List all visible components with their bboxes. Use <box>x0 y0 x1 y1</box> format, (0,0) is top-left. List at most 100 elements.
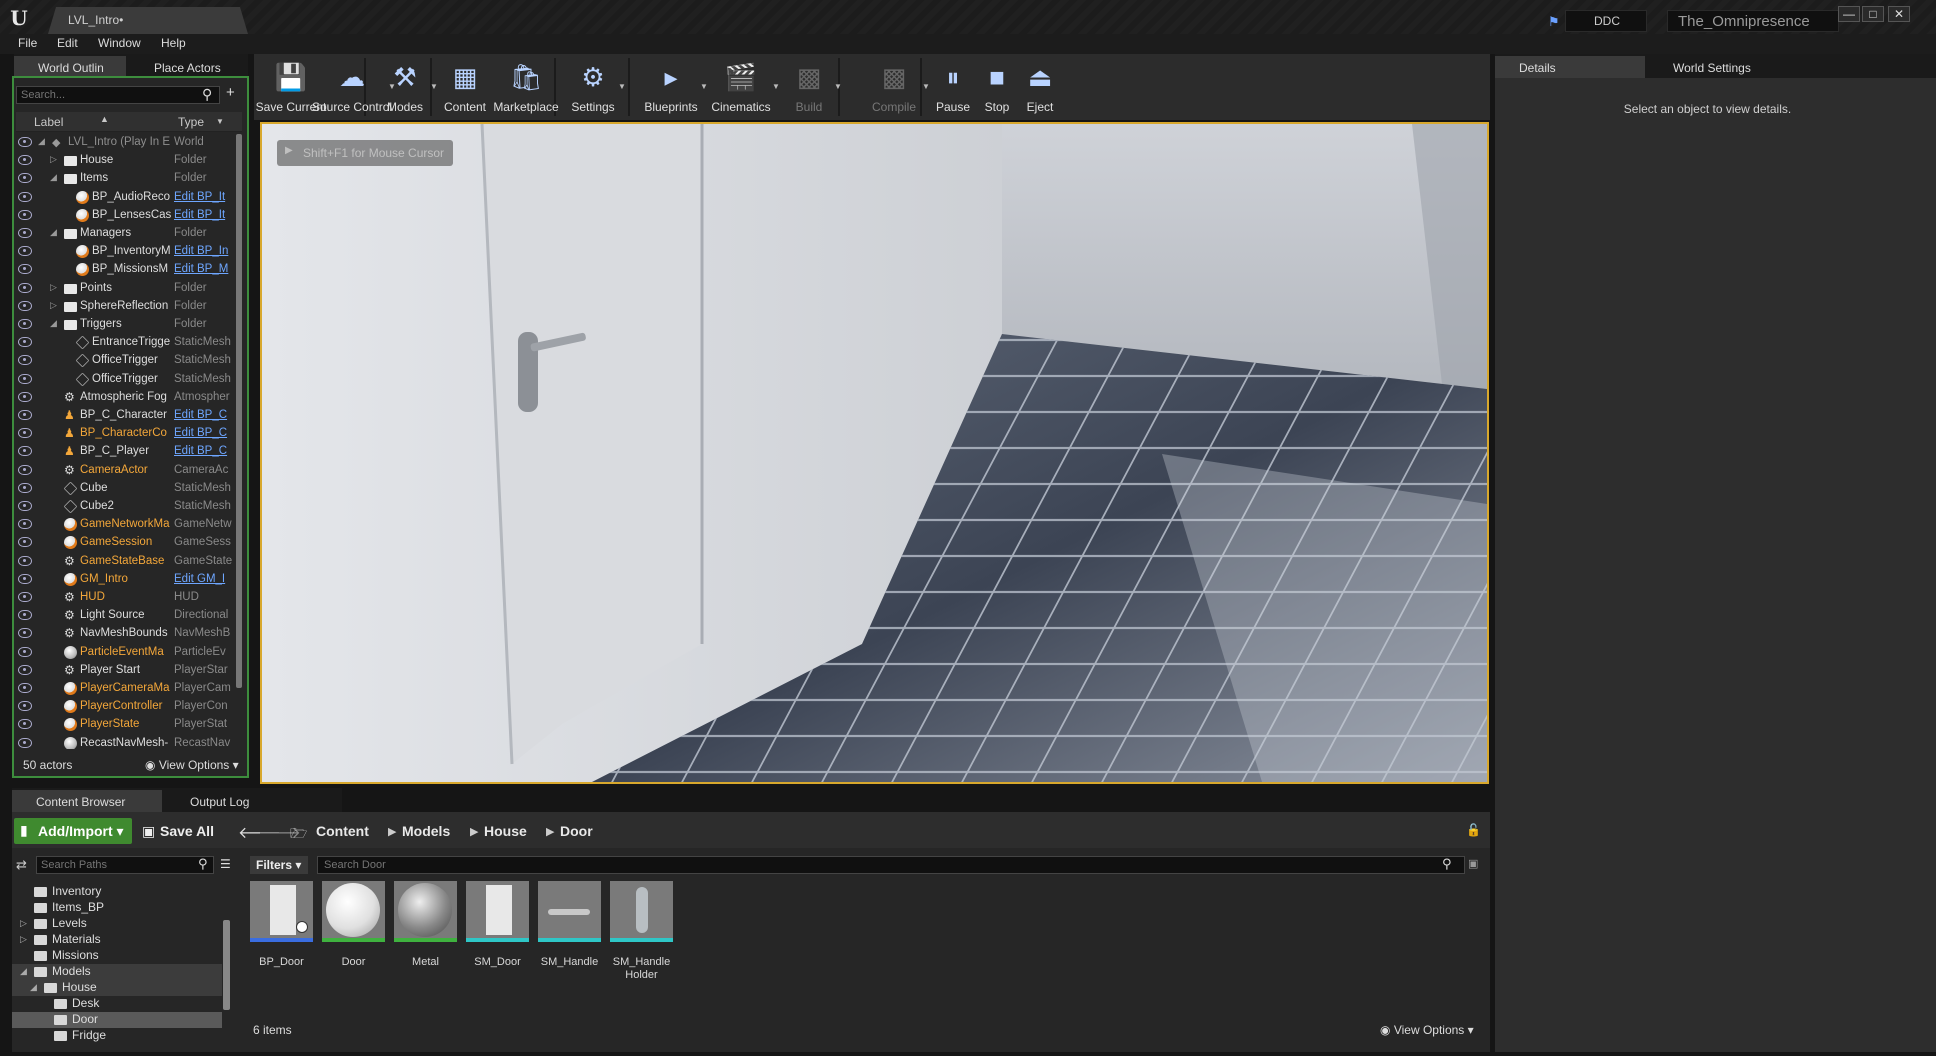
outliner-row[interactable]: ⚙ HUD HUD <box>16 589 236 607</box>
expand-open-icon[interactable]: ◢ <box>20 966 27 977</box>
outliner-row[interactable]: ♟ BP_C_Player Edit BP_C <box>16 443 236 461</box>
folder-missions[interactable]: Missions <box>12 948 222 964</box>
breadcrumb-house[interactable]: House <box>484 823 527 839</box>
folder-levels[interactable]: ▷ Levels <box>12 916 222 932</box>
toolbar-blueprints-button[interactable]: ▸ Blueprints ▼ <box>638 54 708 120</box>
outliner-row[interactable]: ⚙ Light Source Directional <box>16 607 236 625</box>
visibility-eye-icon[interactable] <box>18 319 32 329</box>
visibility-eye-icon[interactable] <box>18 173 32 184</box>
breadcrumb-models[interactable]: Models <box>402 823 450 839</box>
asset-search-icon[interactable]: ⚲ <box>1442 856 1452 872</box>
menu-help[interactable]: Help <box>161 36 186 50</box>
add-import-button[interactable]: ▮ Add/Import ▾ <box>14 818 132 844</box>
outliner-row[interactable]: GameSession GameSess <box>16 534 236 552</box>
edit-blueprint-link[interactable]: Edit BP_It <box>174 191 232 203</box>
notification-icon[interactable]: ⚑ <box>1548 14 1562 29</box>
outliner-row[interactable]: PlayerState PlayerStat <box>16 716 236 734</box>
outliner-row[interactable]: OfficeTrigger StaticMesh <box>16 371 236 389</box>
minimize-button[interactable]: — <box>1838 6 1860 22</box>
dropdown-arrow-icon[interactable]: ▼ <box>922 82 930 91</box>
level-viewport[interactable] <box>260 122 1489 784</box>
edit-blueprint-link[interactable]: Edit BP_In <box>174 245 232 257</box>
expand-open-icon[interactable]: ◢ <box>50 227 57 238</box>
outliner-row[interactable]: ♟ BP_CharacterCo Edit BP_C <box>16 425 236 443</box>
save-search-icon[interactable]: ▣ <box>1468 857 1478 870</box>
dropdown-arrow-icon[interactable]: ▼ <box>772 82 780 91</box>
visibility-eye-icon[interactable] <box>18 646 32 657</box>
edit-blueprint-link[interactable]: Edit BP_C <box>174 427 232 439</box>
folder-house[interactable]: ◢ House <box>12 980 222 996</box>
visibility-eye-icon[interactable] <box>18 464 32 475</box>
visibility-eye-icon[interactable] <box>18 300 32 311</box>
column-menu-icon[interactable]: ▼ <box>216 117 224 126</box>
lock-icon[interactable]: 🔓 <box>1466 823 1481 837</box>
paths-search-icon[interactable]: ⚲ <box>198 856 208 872</box>
asset-tile[interactable]: BP_Door <box>250 881 313 969</box>
expand-open-icon[interactable]: ◢ <box>50 318 57 329</box>
save-all-button[interactable]: ▣ Save All <box>142 823 214 839</box>
visibility-eye-icon[interactable] <box>18 355 32 366</box>
folder-desk[interactable]: Desk <box>12 996 222 1012</box>
visibility-eye-icon[interactable] <box>18 137 32 147</box>
toolbar-pause-button[interactable]: ⏸ Pause <box>930 54 976 120</box>
outliner-row[interactable]: BP_LensesCas Edit BP_It <box>16 207 236 225</box>
expand-open-icon[interactable]: ◢ <box>50 172 57 183</box>
visibility-eye-icon[interactable] <box>18 610 32 621</box>
visibility-eye-icon[interactable] <box>18 155 32 166</box>
visibility-eye-icon[interactable] <box>18 501 32 511</box>
column-type-header[interactable]: Type <box>178 115 204 129</box>
asset-tile[interactable]: SM_Handle <box>538 881 601 969</box>
breadcrumb-separator-icon[interactable]: ▶ <box>388 825 396 838</box>
visibility-eye-icon[interactable] <box>18 228 32 238</box>
expand-closed-icon[interactable]: ▷ <box>20 918 27 929</box>
folder-door[interactable]: Door <box>12 1012 222 1028</box>
outliner-row[interactable]: ⚙ Atmospheric Fog Atmospher <box>16 389 236 407</box>
ddc-indicator[interactable]: DDC <box>1565 10 1647 32</box>
content-view-options[interactable]: ◉ View Options ▾ <box>1380 1023 1474 1037</box>
tab-output-log[interactable]: Output Log <box>166 790 316 812</box>
visibility-eye-icon[interactable] <box>18 592 32 602</box>
folder-materials[interactable]: ▷ Materials <box>12 932 222 948</box>
edit-blueprint-link[interactable]: Edit GM_I <box>174 573 232 585</box>
folder-tree-scrollbar[interactable] <box>223 920 230 1010</box>
toolbar-content-button[interactable]: ▦ Content <box>440 54 490 120</box>
asset-tile[interactable]: Metal <box>394 881 457 969</box>
paths-search-input[interactable] <box>36 856 214 874</box>
tab-content-browser[interactable]: Content Browser <box>12 790 162 812</box>
outliner-row[interactable]: BP_InventoryM Edit BP_In <box>16 243 236 261</box>
outliner-row[interactable]: ♟ BP_C_Character Edit BP_C <box>16 407 236 425</box>
outliner-row[interactable]: ◢ Managers Folder <box>16 225 236 243</box>
maximize-button[interactable]: □ <box>1862 6 1884 22</box>
edit-blueprint-link[interactable]: Edit BP_M <box>174 263 232 275</box>
visibility-eye-icon[interactable] <box>18 410 32 420</box>
outliner-row[interactable]: OfficeTrigger StaticMesh <box>16 352 236 370</box>
level-document-tab[interactable]: LVL_Intro• <box>48 7 248 34</box>
asset-tile[interactable]: Door <box>322 881 385 969</box>
outliner-scrollbar[interactable] <box>236 134 242 688</box>
menu-edit[interactable]: Edit <box>57 36 78 50</box>
tab-world-settings[interactable]: World Settings <box>1649 56 1799 78</box>
edit-blueprint-link[interactable]: Edit BP_C <box>174 409 232 421</box>
outliner-view-options[interactable]: ◉ View Options ▾ <box>145 758 239 772</box>
outliner-row[interactable]: Cube2 StaticMesh <box>16 498 236 516</box>
outliner-row[interactable]: ▷ Points Folder <box>16 280 236 298</box>
asset-tile[interactable]: SM_Door <box>466 881 529 969</box>
asset-search-input[interactable] <box>317 856 1465 874</box>
visibility-eye-icon[interactable] <box>18 719 32 730</box>
sources-toggle-icon[interactable]: ⇄ <box>16 857 27 873</box>
folder-fridge[interactable]: Fridge <box>12 1028 222 1044</box>
outliner-row[interactable]: PlayerCameraMa PlayerCam <box>16 680 236 698</box>
visibility-eye-icon[interactable] <box>18 264 32 275</box>
visibility-eye-icon[interactable] <box>18 482 32 493</box>
visibility-eye-icon[interactable] <box>18 446 32 457</box>
outliner-row[interactable]: ⚙ GameStateBase GameState <box>16 553 236 571</box>
search-icon[interactable]: ⚲ <box>202 86 212 103</box>
outliner-row[interactable]: EntranceTrigge StaticMesh <box>16 334 236 352</box>
expand-open-icon[interactable]: ◢ <box>38 136 45 147</box>
toolbar-modes-button[interactable]: ⚒ Modes ▼ <box>376 54 438 120</box>
tab-place-actors[interactable]: Place Actors <box>130 56 248 78</box>
outliner-row[interactable]: ▷ SphereReflection Folder <box>16 298 236 316</box>
outliner-row[interactable]: ▷ House Folder <box>16 152 236 170</box>
visibility-eye-icon[interactable] <box>18 428 32 439</box>
outliner-row[interactable]: ⚙ Player Start PlayerStar <box>16 662 236 680</box>
